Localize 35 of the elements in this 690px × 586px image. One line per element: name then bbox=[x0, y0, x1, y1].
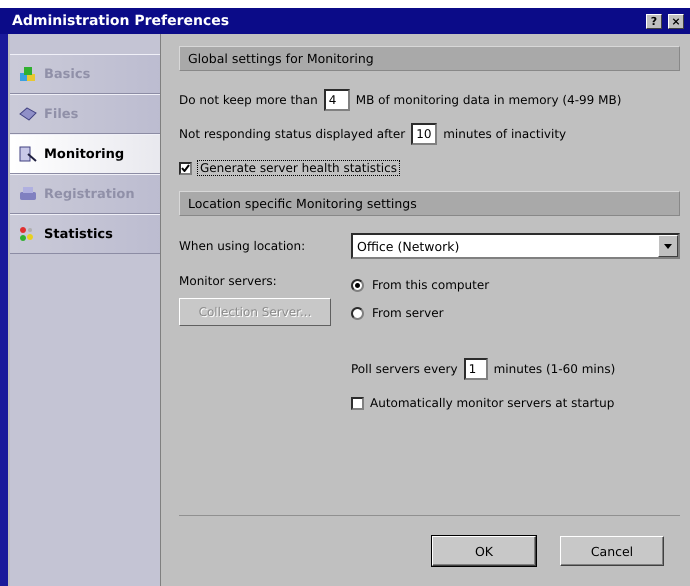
memory-field[interactable]: 4 bbox=[324, 89, 350, 111]
close-button[interactable]: × bbox=[668, 14, 684, 28]
poll-field[interactable]: 1 bbox=[464, 358, 488, 380]
printer-icon bbox=[18, 185, 38, 203]
help-button[interactable]: ? bbox=[646, 14, 662, 28]
radio-label[interactable]: From server bbox=[372, 306, 444, 320]
blocks-icon bbox=[18, 65, 38, 83]
timeout-field[interactable]: 10 bbox=[411, 123, 438, 145]
field-label: Monitor servers: bbox=[179, 274, 278, 288]
book-icon bbox=[18, 105, 38, 123]
section-header: Global settings for Monitoring bbox=[179, 46, 680, 71]
ok-button[interactable]: OK bbox=[432, 536, 536, 566]
checkbox-label[interactable]: Generate server health statistics bbox=[198, 161, 399, 175]
radio-button[interactable] bbox=[351, 278, 364, 292]
radio-button[interactable] bbox=[351, 306, 364, 320]
field-label: minutes of inactivity bbox=[443, 127, 566, 141]
field-label: MB of monitoring data in memory (4-99 MB) bbox=[356, 93, 622, 107]
checkmark-icon bbox=[181, 164, 190, 172]
caret-icon bbox=[664, 244, 672, 248]
checkbox-label[interactable]: Automatically monitor servers at startup bbox=[370, 396, 614, 410]
field-label: Poll servers every bbox=[351, 362, 458, 376]
window-title: Administration Preferences bbox=[12, 13, 230, 29]
location-dropdown[interactable]: Office (Network) bbox=[351, 233, 680, 259]
sidebar-item[interactable]: Monitoring bbox=[10, 134, 160, 174]
field-label: minutes (1-60 mins) bbox=[494, 362, 616, 376]
document-icon bbox=[18, 145, 38, 163]
sidebar-item[interactable]: Statistics bbox=[10, 214, 160, 254]
checkbox[interactable] bbox=[179, 162, 192, 174]
field-label: When using location: bbox=[179, 239, 306, 253]
radio-label[interactable]: From this computer bbox=[372, 278, 490, 292]
cancel-button[interactable]: Cancel bbox=[560, 536, 664, 566]
field-label: Not responding status displayed after bbox=[179, 127, 406, 141]
section-header: Location specific Monitoring settings bbox=[179, 191, 680, 216]
field-label: Do not keep more than bbox=[179, 93, 318, 107]
checkbox[interactable] bbox=[351, 396, 364, 410]
